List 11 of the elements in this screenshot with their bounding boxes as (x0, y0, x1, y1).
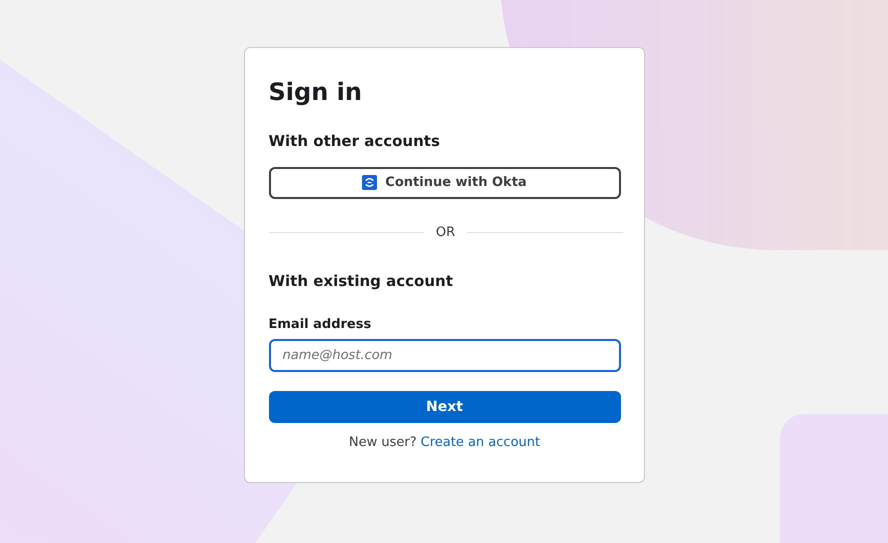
email-field[interactable]: name@host.com (268, 339, 620, 372)
email-label: Email address (268, 316, 372, 334)
section-heading: With existing account (268, 271, 454, 292)
section-heading: With other accounts (268, 131, 441, 152)
create-account-link[interactable]: Create an account (420, 433, 540, 452)
okta-button[interactable]: Continue with Okta (268, 166, 620, 198)
next-button[interactable]: Next (268, 391, 620, 423)
new-user-text: New user? (348, 434, 417, 452)
page-title: Sign in (268, 77, 363, 108)
or-divider-label: OR (436, 224, 456, 242)
okta-icon (362, 175, 378, 190)
